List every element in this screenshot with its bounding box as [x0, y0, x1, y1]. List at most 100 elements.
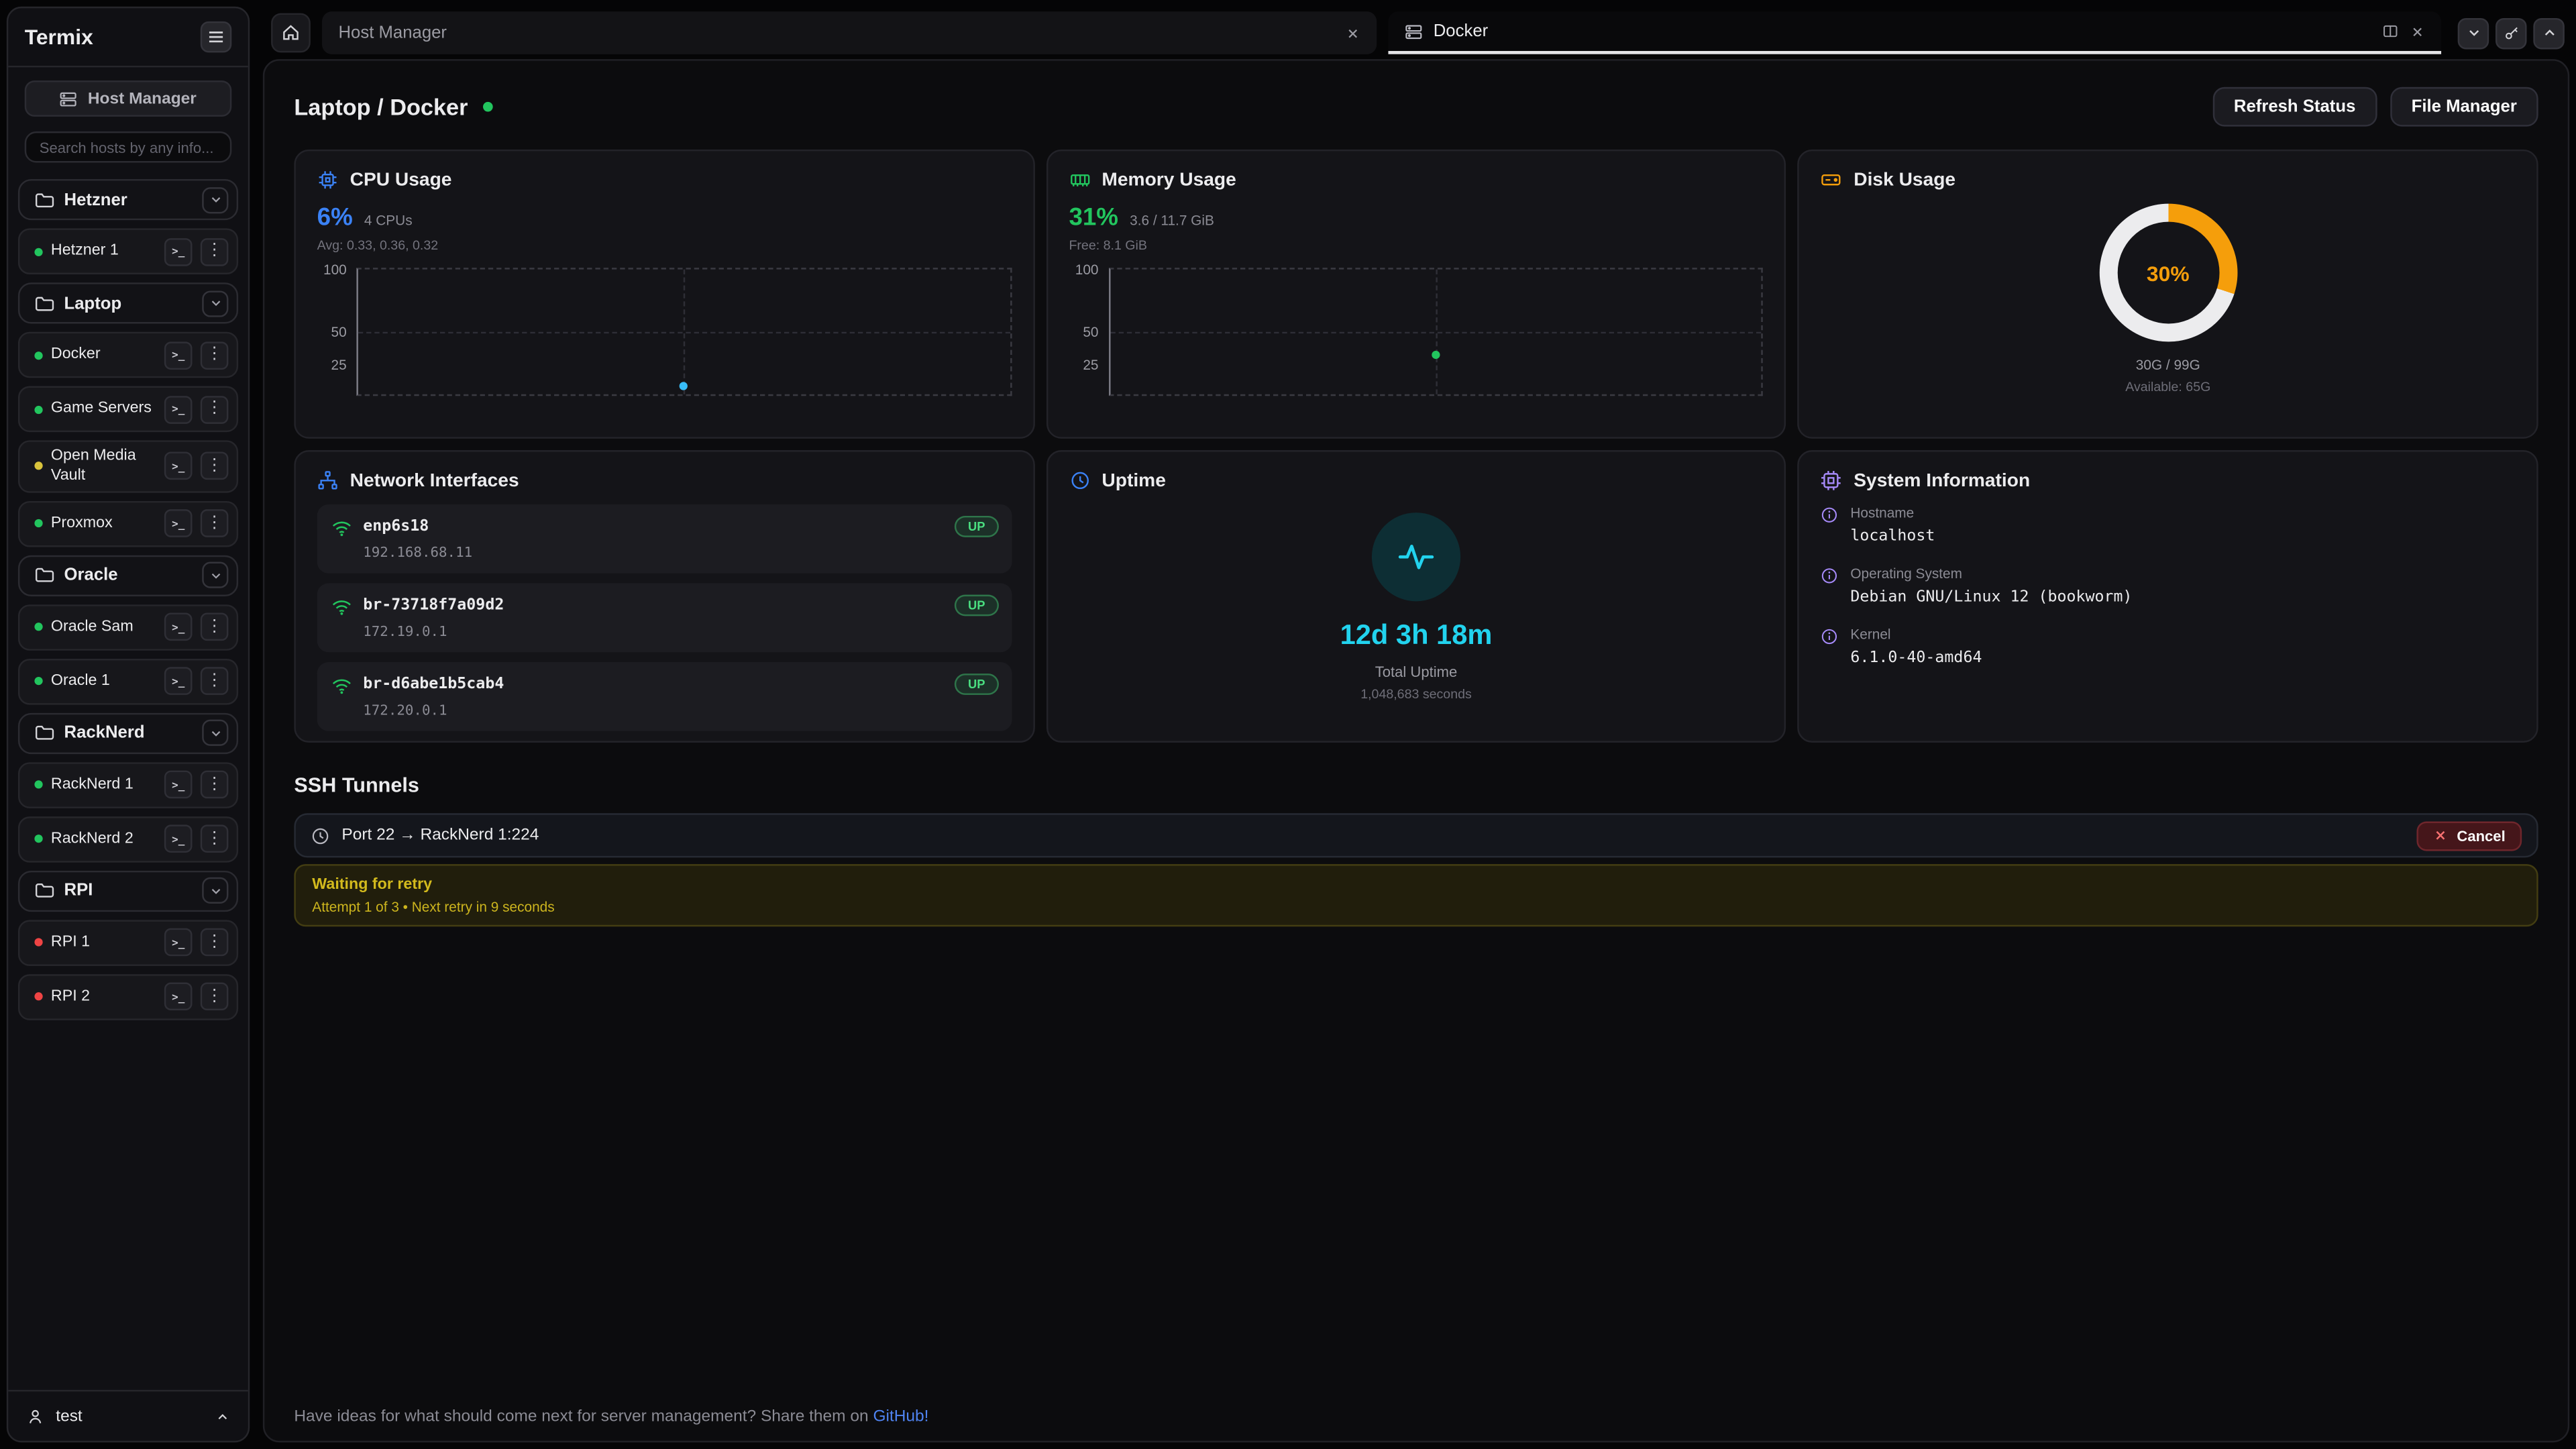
folder-collapse-button[interactable]: [202, 877, 228, 904]
terminal-button[interactable]: >_: [164, 983, 193, 1011]
folder-hetzner[interactable]: Hetzner: [18, 179, 238, 220]
host-menu-button[interactable]: ⋮: [201, 341, 229, 369]
host-item-rpi-2[interactable]: RPI 2 >_ ⋮: [18, 974, 238, 1020]
memory-data-point: [1432, 352, 1440, 360]
folder-collapse-button[interactable]: [202, 720, 228, 746]
host-manager-button[interactable]: Host Manager: [25, 80, 232, 117]
split-view-icon[interactable]: [2382, 23, 2398, 39]
ytick: 50: [331, 323, 347, 339]
host-item-open-media-vault[interactable]: Open Media Vault >_ ⋮: [18, 440, 238, 492]
terminal-button[interactable]: >_: [164, 452, 193, 480]
host-item-oracle-sam[interactable]: Oracle Sam >_ ⋮: [18, 604, 238, 651]
folder-laptop[interactable]: Laptop: [18, 282, 238, 323]
terminal-button[interactable]: >_: [164, 510, 193, 538]
folder-collapse-button[interactable]: [202, 290, 228, 316]
terminal-icon: >_: [172, 621, 184, 634]
terminal-button[interactable]: >_: [164, 237, 193, 266]
ssh-tunnels-section: SSH Tunnels Port 22 → RackNerd 1:224 Can…: [294, 773, 2538, 926]
search-input[interactable]: [25, 131, 232, 163]
folder-rpi[interactable]: RPI: [18, 870, 238, 911]
card-title: System Information: [1854, 471, 2030, 490]
tab-host-manager[interactable]: Host Manager: [322, 11, 1376, 54]
host-item-oracle-1[interactable]: Oracle 1 >_ ⋮: [18, 658, 238, 704]
user-icon: [26, 1407, 44, 1426]
host-menu-button[interactable]: ⋮: [201, 667, 229, 696]
app-title: Termix: [25, 25, 93, 50]
ssh-keys-button[interactable]: [2496, 17, 2527, 49]
host-menu-button[interactable]: ⋮: [201, 613, 229, 641]
chevron-down-icon: [2465, 25, 2481, 41]
host-menu-button[interactable]: ⋮: [201, 510, 229, 538]
kebab-icon: ⋮: [206, 619, 222, 635]
host-menu-button[interactable]: ⋮: [201, 452, 229, 480]
header-actions: Refresh Status File Manager: [2212, 87, 2538, 127]
terminal-button[interactable]: >_: [164, 395, 193, 423]
folder-oracle[interactable]: Oracle: [18, 555, 238, 596]
terminal-icon: >_: [172, 402, 184, 416]
host-name: RackNerd 2: [51, 829, 156, 849]
host-name: Proxmox: [51, 514, 156, 533]
terminal-icon: >_: [172, 675, 184, 688]
host-item-docker[interactable]: Docker >_ ⋮: [18, 332, 238, 378]
uptime-label: Total Uptime: [1375, 663, 1458, 680]
chevron-up-icon: [2540, 25, 2557, 41]
memory-chart-plot: [1108, 268, 1763, 396]
tab-docker[interactable]: Docker: [1387, 11, 2441, 54]
folder-icon: [34, 881, 54, 900]
home-button[interactable]: [271, 13, 311, 53]
expand-button[interactable]: [2533, 17, 2565, 49]
refresh-status-button[interactable]: Refresh Status: [2212, 87, 2377, 127]
file-manager-button[interactable]: File Manager: [2390, 87, 2538, 127]
disk-usage-card: Disk Usage 30% 30G / 99G Available: 65G: [1798, 150, 2538, 439]
ytick: 25: [1083, 356, 1098, 372]
terminal-icon: >_: [172, 990, 184, 1004]
interface-ip: 172.19.0.1: [363, 625, 998, 641]
dashboard-header: Laptop / Docker Refresh Status File Mana…: [294, 87, 2538, 127]
terminal-icon: >_: [172, 936, 184, 949]
system-label: Operating System: [1850, 565, 2132, 581]
host-item-hetzner-1[interactable]: Hetzner 1 >_ ⋮: [18, 228, 238, 274]
host-menu-button[interactable]: ⋮: [201, 825, 229, 853]
terminal-button[interactable]: >_: [164, 928, 193, 957]
host-menu-button[interactable]: ⋮: [201, 771, 229, 799]
host-menu-button[interactable]: ⋮: [201, 928, 229, 957]
cancel-tunnel-button[interactable]: Cancel: [2418, 820, 2522, 850]
username: test: [56, 1407, 203, 1426]
host-item-racknerd-1[interactable]: RackNerd 1 >_ ⋮: [18, 762, 238, 808]
host-item-racknerd-2[interactable]: RackNerd 2 >_ ⋮: [18, 816, 238, 863]
host-menu-button[interactable]: ⋮: [201, 237, 229, 266]
ssh-tunnels-title: SSH Tunnels: [294, 773, 2538, 796]
ytick: 100: [1075, 261, 1099, 277]
terminal-button[interactable]: >_: [164, 667, 193, 696]
terminal-button[interactable]: >_: [164, 613, 193, 641]
close-tab-icon[interactable]: [2410, 24, 2425, 39]
user-menu[interactable]: test: [8, 1390, 248, 1441]
folder-collapse-button[interactable]: [202, 186, 228, 213]
close-tab-icon[interactable]: [1344, 25, 1359, 40]
folder-racknerd[interactable]: RackNerd: [18, 712, 238, 753]
terminal-button[interactable]: >_: [164, 825, 193, 853]
terminal-button[interactable]: >_: [164, 771, 193, 799]
sidebar-menu-button[interactable]: [201, 21, 232, 53]
github-link[interactable]: GitHub!: [873, 1408, 928, 1426]
terminal-icon: >_: [172, 778, 184, 792]
interface-status-badge: UP: [955, 595, 998, 616]
ytick: 100: [323, 261, 347, 277]
collapse-button[interactable]: [2458, 17, 2489, 49]
cpu-count: 4 CPUs: [364, 212, 413, 228]
cpu-chart-plot: [356, 268, 1011, 396]
folder-collapse-button[interactable]: [202, 562, 228, 588]
host-item-rpi-1[interactable]: RPI 1 >_ ⋮: [18, 920, 238, 966]
folder-name: RPI: [64, 881, 193, 900]
card-title: Network Interfaces: [350, 471, 519, 490]
disk-chart: 30% 30G / 99G Available: 65G: [1821, 204, 2515, 394]
terminal-icon: >_: [172, 245, 184, 258]
divider: [8, 66, 248, 67]
host-item-proxmox[interactable]: Proxmox >_ ⋮: [18, 500, 238, 547]
sidebar: Termix Host Manager Hetzner Hetzner 1 >_…: [7, 7, 250, 1442]
host-item-game-servers[interactable]: Game Servers >_ ⋮: [18, 386, 238, 433]
terminal-button[interactable]: >_: [164, 341, 193, 369]
wifi-icon: [330, 517, 353, 536]
host-menu-button[interactable]: ⋮: [201, 983, 229, 1011]
host-menu-button[interactable]: ⋮: [201, 395, 229, 423]
